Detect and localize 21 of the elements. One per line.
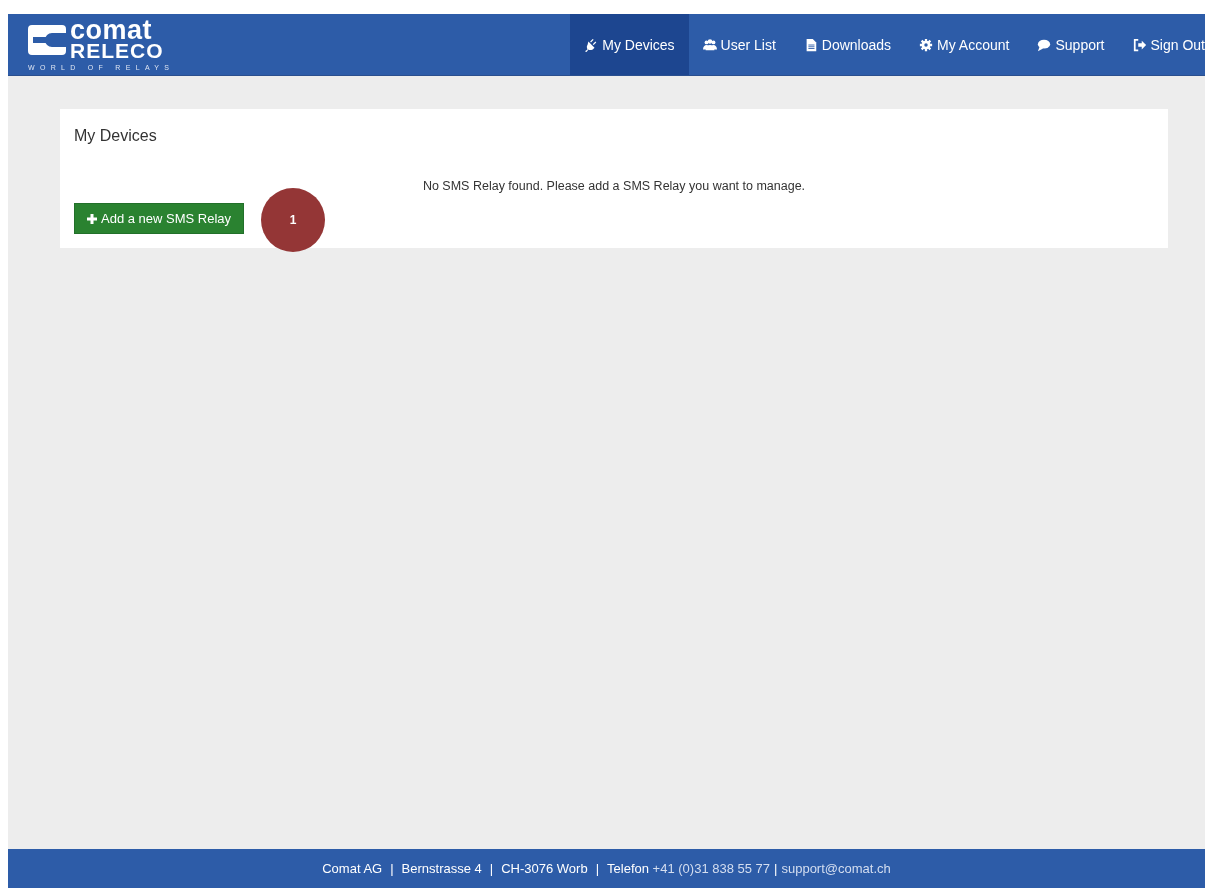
nav-tab[interactable]: Downloads xyxy=(789,14,906,75)
nav-tab[interactable]: My Devices xyxy=(570,14,689,75)
add-relay-button[interactable]: Add a new SMS Relay xyxy=(74,203,245,234)
nav-tab[interactable]: My Account xyxy=(905,14,1024,75)
logo-name: comat xyxy=(70,18,153,43)
speech-icon xyxy=(1037,37,1052,52)
gear-icon xyxy=(919,37,934,52)
plug-icon xyxy=(584,37,599,52)
users-icon xyxy=(702,37,717,52)
nav-tab[interactable]: User List xyxy=(688,14,790,75)
nav-tab[interactable]: Support xyxy=(1023,14,1119,75)
signout-icon xyxy=(1132,37,1147,52)
nav-tab[interactable]: Sign Out xyxy=(1118,14,1205,75)
logo-icon xyxy=(28,24,66,55)
logo-subname: RELECO xyxy=(70,42,164,62)
footer-text: Comat AG | Bernstrasse 4 | CH-3076 Worb | Telefon +41 (0)31 838 55 77 | support@comat.ch xyxy=(322,861,891,876)
panel-title: My Devices xyxy=(74,127,158,145)
email-link[interactable]: support@comat.ch xyxy=(781,861,891,876)
step-marker: 1 xyxy=(261,188,325,252)
plus-icon xyxy=(87,213,97,224)
empty-message: No SMS Relay found. Please add a SMS Relay you want to manage. xyxy=(421,179,807,193)
